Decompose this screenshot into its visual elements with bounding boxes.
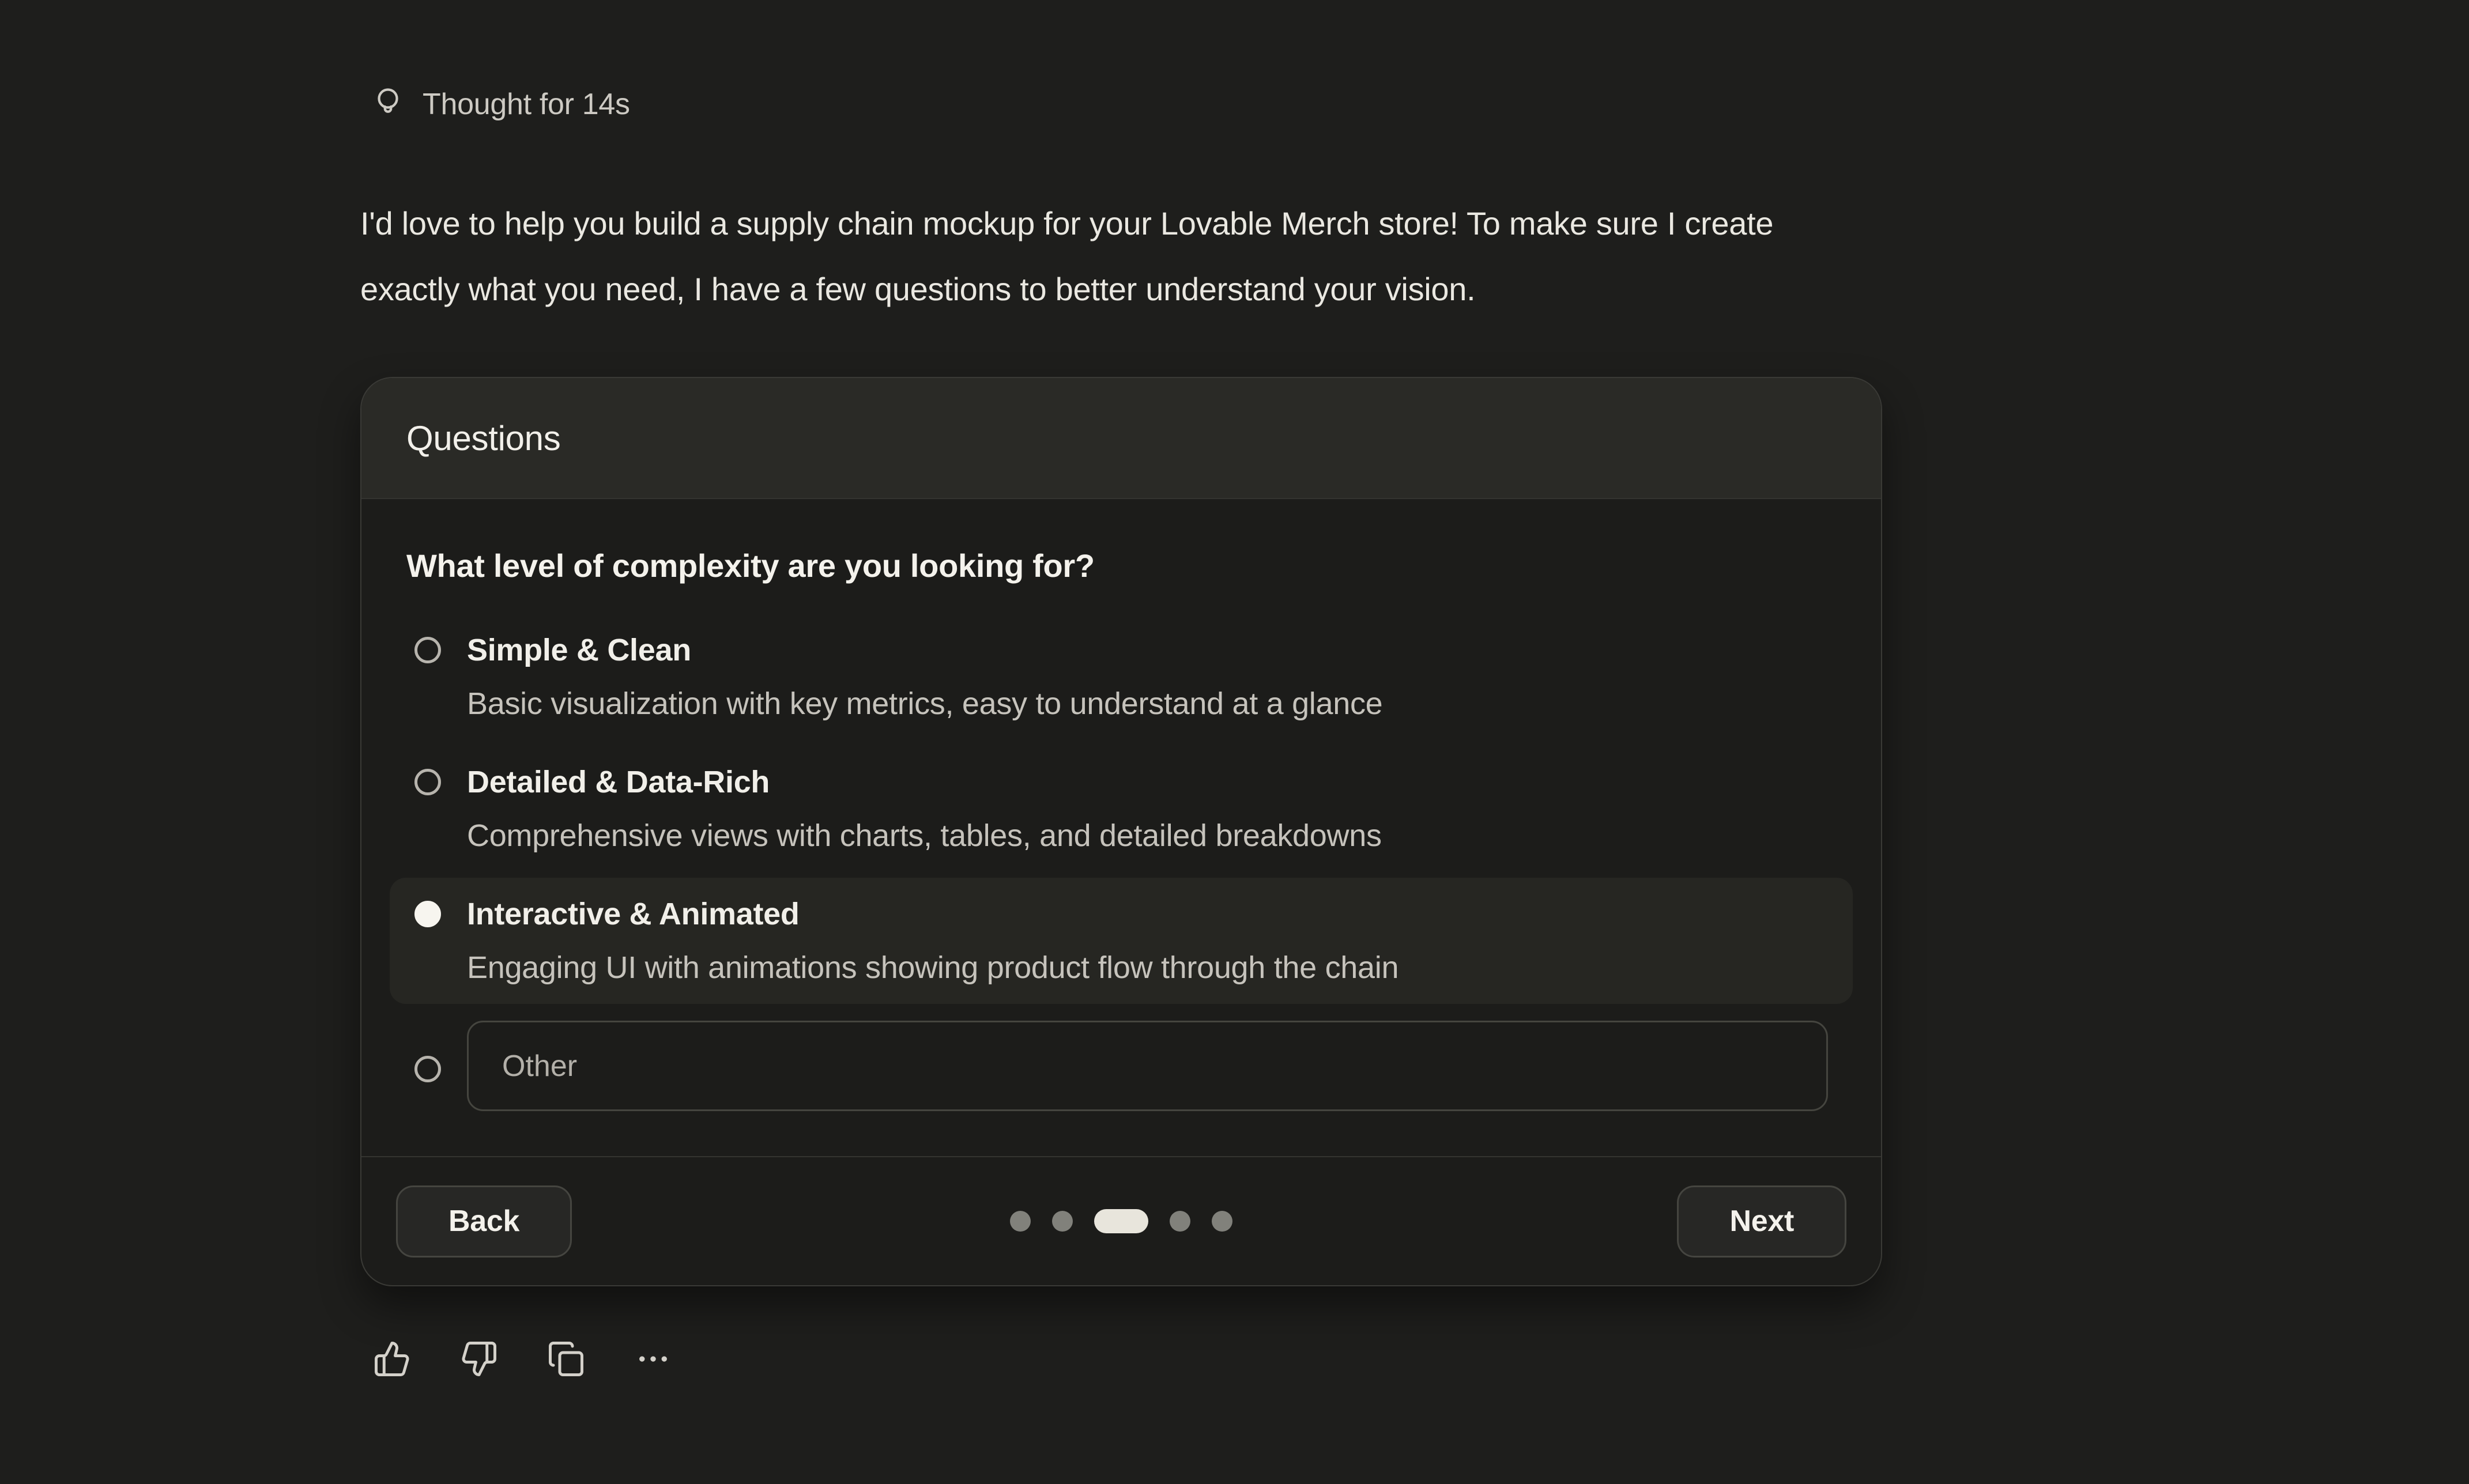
pagination-dot <box>1052 1211 1073 1232</box>
option-label: Detailed & Data-Rich <box>467 763 1382 801</box>
radio-icon[interactable] <box>414 901 441 927</box>
pagination-dot <box>1212 1211 1232 1232</box>
message-line: I'd love to help you build a supply chai… <box>360 191 2240 256</box>
option-description: Comprehensive views with charts, tables,… <box>467 817 1382 855</box>
copy-button[interactable] <box>547 1340 585 1378</box>
option-label: Simple & Clean <box>467 631 1382 669</box>
thought-label: Thought for 14s <box>423 87 630 122</box>
message-text: I'd love to help you build a supply chai… <box>360 191 2240 322</box>
option-interactive-animated[interactable]: Interactive & Animated Engaging UI with … <box>390 878 1853 1004</box>
more-options-button[interactable] <box>634 1340 672 1378</box>
thought-summary[interactable]: Thought for 14s <box>371 85 2240 123</box>
option-label: Interactive & Animated <box>467 895 1399 933</box>
thumbs-up-icon <box>373 1371 411 1380</box>
radio-icon[interactable] <box>414 637 441 663</box>
other-input[interactable] <box>467 1021 1828 1111</box>
radio-icon[interactable] <box>414 769 441 795</box>
back-button[interactable]: Back <box>396 1185 572 1258</box>
questions-card-footer: Back Next <box>361 1156 1881 1285</box>
message-actions <box>373 1340 2240 1378</box>
thumbs-down-button[interactable] <box>460 1340 498 1378</box>
pagination-dots <box>1010 1209 1232 1233</box>
pagination-dot <box>1170 1211 1190 1232</box>
option-description: Basic visualization with key metrics, ea… <box>467 685 1382 723</box>
pagination-dot-active <box>1094 1209 1148 1233</box>
next-button[interactable]: Next <box>1677 1185 1846 1258</box>
thumbs-up-button[interactable] <box>373 1340 411 1378</box>
pagination-dot <box>1010 1211 1031 1232</box>
thumbs-down-icon <box>460 1371 498 1380</box>
option-simple-clean[interactable]: Simple & Clean Basic visualization with … <box>390 614 1853 740</box>
radio-icon[interactable] <box>414 1056 441 1082</box>
assistant-message: Thought for 14s I'd love to help you bui… <box>360 85 2240 1378</box>
option-detailed-data-rich[interactable]: Detailed & Data-Rich Comprehensive views… <box>390 746 1853 872</box>
option-other[interactable] <box>390 1021 1853 1111</box>
lightbulb-icon <box>371 85 405 123</box>
option-description: Engaging UI with animations showing prod… <box>467 949 1399 987</box>
options-list: Simple & Clean Basic visualization with … <box>406 614 1836 1111</box>
ellipsis-icon <box>634 1371 672 1380</box>
card-title: Questions <box>406 418 560 458</box>
questions-card: Questions What level of complexity are y… <box>360 377 1882 1286</box>
questions-card-body: What level of complexity are you looking… <box>361 499 1881 1156</box>
copy-icon <box>547 1371 585 1380</box>
message-line: exactly what you need, I have a few ques… <box>360 256 2240 322</box>
questions-card-header: Questions <box>361 378 1881 499</box>
question-text: What level of complexity are you looking… <box>406 547 1836 584</box>
